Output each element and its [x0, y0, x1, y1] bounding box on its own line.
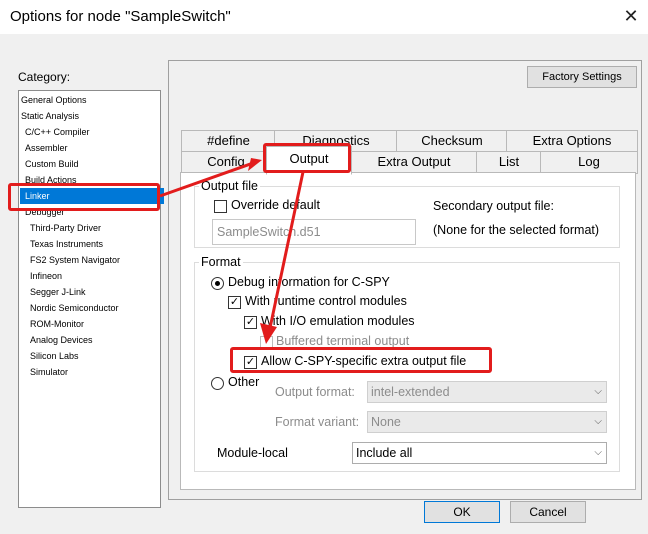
arrowhead-icon	[248, 158, 262, 171]
arrow-line	[268, 171, 305, 329]
arrow-line	[159, 160, 257, 198]
arrowhead-icon	[260, 323, 277, 344]
annotation-arrows	[159, 158, 305, 344]
